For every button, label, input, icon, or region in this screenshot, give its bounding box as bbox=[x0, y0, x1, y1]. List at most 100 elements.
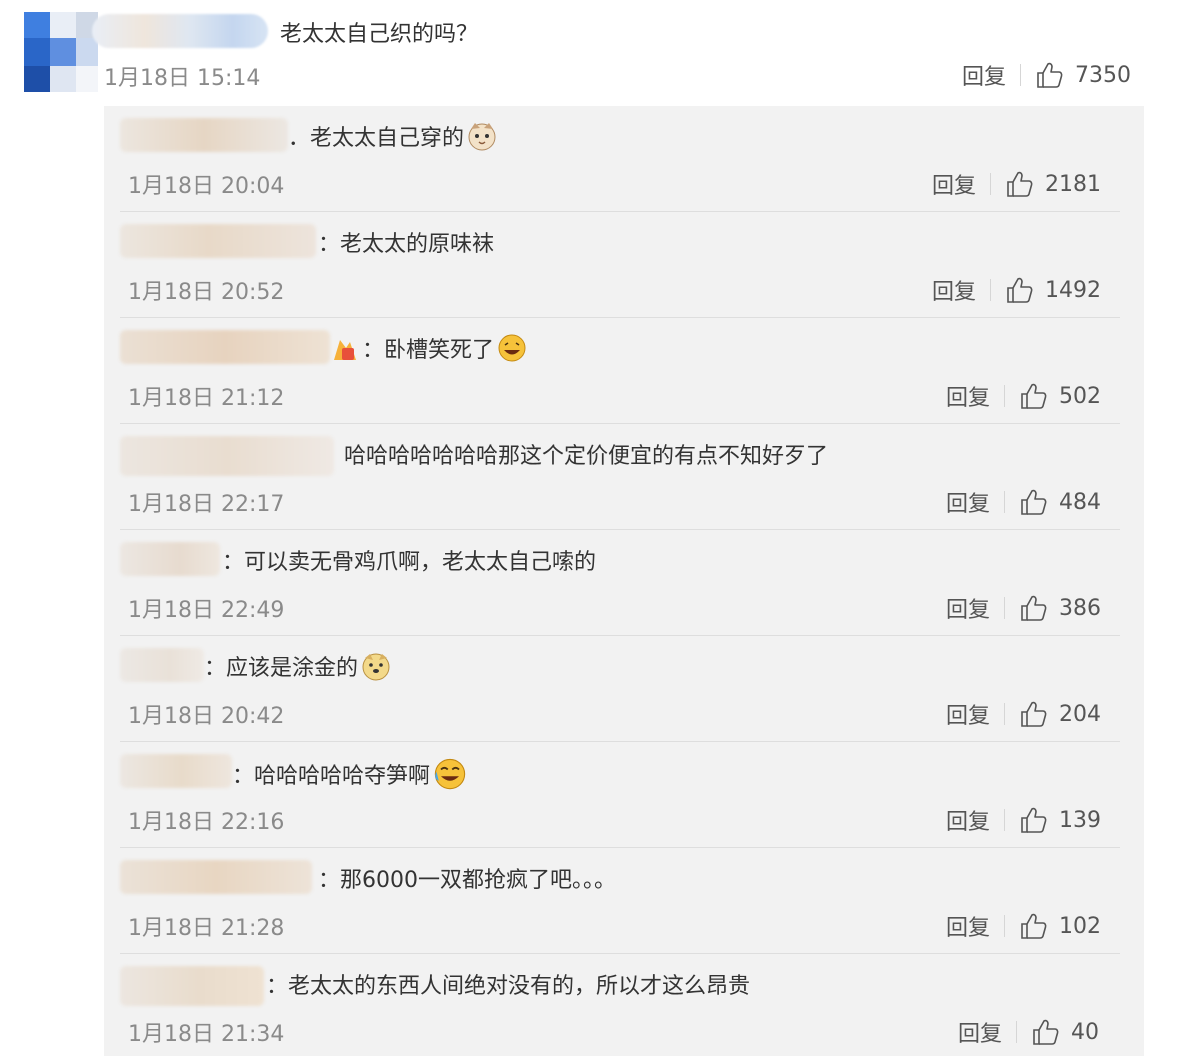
reply-item: ：可以卖无骨鸡爪啊，老太太自己嗦的 1月18日 22:49 回复 386 bbox=[104, 530, 1144, 636]
tears-of-joy-icon bbox=[434, 758, 466, 790]
reply-button[interactable]: 回复 bbox=[946, 910, 990, 942]
reply-text-wrap: ：应该是涂金的 bbox=[204, 650, 392, 682]
thumbs-up-icon[interactable] bbox=[1019, 805, 1049, 835]
reply-text: ：卧槽笑死了 bbox=[362, 338, 495, 363]
reply-text-wrap: ：哈哈哈哈哈夺笋啊 bbox=[232, 756, 468, 792]
username-blurred[interactable] bbox=[120, 436, 334, 476]
username-blurred[interactable] bbox=[120, 542, 220, 576]
like-count: 386 bbox=[1059, 595, 1102, 621]
reply-button[interactable]: 回复 bbox=[946, 804, 990, 836]
reply-text: ：那6000一双都抢疯了吧。。。 bbox=[318, 868, 616, 893]
thumbs-up-icon[interactable] bbox=[1019, 593, 1049, 623]
reply-item: ：哈哈哈哈哈夺笋啊 1月18日 22:16 回复 139 bbox=[104, 742, 1144, 848]
avatar[interactable] bbox=[24, 12, 98, 92]
reply-actions: 回复 386 bbox=[946, 592, 1101, 624]
reply-time: 1月18日 20:42 bbox=[128, 704, 285, 729]
reply-text: ：哈哈哈哈哈夺笋啊 bbox=[232, 764, 431, 789]
reply-text-wrap: ．老太太自己穿的 bbox=[288, 120, 498, 152]
action-separator bbox=[990, 173, 992, 195]
reply-item: ：那6000一双都抢疯了吧。。。 1月18日 21:28 回复 102 bbox=[104, 848, 1144, 954]
thumbs-up-icon[interactable] bbox=[1019, 699, 1049, 729]
thumbs-up-icon[interactable] bbox=[1019, 487, 1049, 517]
reply-text: ：应该是涂金的 bbox=[204, 656, 359, 681]
reply-time: 1月18日 22:49 bbox=[128, 598, 285, 623]
reply-item: ．老太太自己穿的 1月18日 20:04 回复 2181 bbox=[104, 106, 1144, 212]
reply-button[interactable]: 回复 bbox=[958, 1016, 1002, 1048]
reply-time: 1月18日 21:28 bbox=[128, 916, 285, 941]
reply-button[interactable]: 回复 bbox=[946, 698, 990, 730]
reply-time: 1月18日 20:04 bbox=[128, 174, 285, 199]
action-separator bbox=[1004, 809, 1006, 831]
reply-text: ：可以卖无骨鸡爪啊，老太太自己嗦的 bbox=[222, 550, 597, 575]
cat-face-icon bbox=[468, 123, 496, 151]
reply-actions: 回复 1492 bbox=[932, 274, 1101, 306]
username-blurred[interactable] bbox=[120, 966, 264, 1006]
reply-text-wrap: ：卧槽笑死了 bbox=[362, 332, 528, 364]
like-count: 139 bbox=[1059, 807, 1102, 833]
action-separator bbox=[1004, 703, 1006, 725]
reply-actions: 回复 502 bbox=[946, 380, 1101, 412]
comment-actions: 回复 7350 bbox=[962, 59, 1131, 91]
reply-button[interactable]: 回复 bbox=[932, 274, 976, 306]
username-blurred[interactable] bbox=[120, 330, 330, 364]
like-count: 204 bbox=[1059, 701, 1102, 727]
reply-button[interactable]: 回复 bbox=[962, 59, 1006, 91]
action-separator bbox=[1004, 491, 1006, 513]
username-blurred[interactable] bbox=[120, 118, 288, 152]
reply-actions: 回复 139 bbox=[946, 804, 1101, 836]
username-blurred[interactable] bbox=[92, 14, 268, 48]
reply-actions: 回复 484 bbox=[946, 486, 1101, 518]
comment-time: 1月18日 15:14 bbox=[104, 66, 261, 91]
like-count: 502 bbox=[1059, 383, 1102, 409]
thumbs-up-icon[interactable] bbox=[1019, 381, 1049, 411]
reply-actions: 回复 2181 bbox=[932, 168, 1101, 200]
username-blurred[interactable] bbox=[120, 648, 204, 682]
thumbs-up-icon[interactable] bbox=[1005, 275, 1035, 305]
reply-text: ：老太太的原味袜 bbox=[318, 232, 495, 257]
reply-text-wrap: ：那6000一双都抢疯了吧。。。 bbox=[318, 862, 616, 894]
reply-text-wrap: ：老太太的原味袜 bbox=[318, 226, 494, 258]
thumbs-up-icon[interactable] bbox=[1019, 911, 1049, 941]
reply-text-wrap: ：老太太的东西人间绝对没有的，所以才这么昂贵 bbox=[266, 968, 750, 1000]
reply-button[interactable]: 回复 bbox=[946, 486, 990, 518]
reply-time: 1月18日 22:16 bbox=[128, 810, 285, 835]
reply-time: 1月18日 20:52 bbox=[128, 280, 285, 305]
laugh-icon bbox=[498, 334, 526, 362]
reply-time: 1月18日 22:17 bbox=[128, 492, 285, 517]
thumbs-up-icon[interactable] bbox=[1031, 1017, 1061, 1047]
vip-badge-icon bbox=[334, 340, 356, 360]
thumbs-up-icon[interactable] bbox=[1005, 169, 1035, 199]
thumbs-up-icon[interactable] bbox=[1035, 60, 1065, 90]
action-separator bbox=[1020, 64, 1022, 86]
reply-item: ：应该是涂金的 1月18日 20:42 回复 204 bbox=[104, 636, 1144, 742]
reply-time: 1月18日 21:12 bbox=[128, 386, 285, 411]
action-separator bbox=[1004, 597, 1006, 619]
reply-time: 1月18日 21:34 bbox=[128, 1022, 285, 1047]
reply-button[interactable]: 回复 bbox=[946, 380, 990, 412]
reply-actions: 回复 102 bbox=[946, 910, 1101, 942]
username-blurred[interactable] bbox=[120, 224, 316, 258]
reply-text: 哈哈哈哈哈哈哈那这个定价便宜的有点不知好歹了 bbox=[344, 444, 829, 469]
reply-button[interactable]: 回复 bbox=[946, 592, 990, 624]
action-separator bbox=[1004, 385, 1006, 407]
action-separator bbox=[990, 279, 992, 301]
replies-panel: ．老太太自己穿的 1月18日 20:04 回复 2181 ：老太太的原味袜 1月 bbox=[104, 106, 1144, 1056]
reply-text: ：老太太的东西人间绝对没有的，所以才这么昂贵 bbox=[266, 974, 751, 999]
like-count: 1492 bbox=[1045, 277, 1102, 303]
username-blurred[interactable] bbox=[120, 754, 232, 788]
action-separator bbox=[1016, 1021, 1018, 1043]
reply-button[interactable]: 回复 bbox=[932, 168, 976, 200]
reply-actions: 回复 40 bbox=[958, 1016, 1099, 1048]
doge-icon bbox=[362, 653, 390, 681]
like-count: 484 bbox=[1059, 489, 1102, 515]
comment-text: 老太太自己织的吗？ bbox=[280, 22, 479, 47]
like-count: 7350 bbox=[1075, 62, 1132, 88]
reply-item: 哈哈哈哈哈哈哈那这个定价便宜的有点不知好歹了 1月18日 22:17 回复 48… bbox=[104, 424, 1144, 530]
reply-actions: 回复 204 bbox=[946, 698, 1101, 730]
reply-text: ．老太太自己穿的 bbox=[288, 126, 465, 151]
reply-item: ：卧槽笑死了 1月18日 21:12 回复 502 bbox=[104, 318, 1144, 424]
like-count: 40 bbox=[1071, 1019, 1100, 1045]
reply-item: ：老太太的原味袜 1月18日 20:52 回复 1492 bbox=[104, 212, 1144, 318]
reply-text-wrap: ：可以卖无骨鸡爪啊，老太太自己嗦的 bbox=[222, 544, 596, 576]
username-blurred[interactable] bbox=[120, 860, 312, 894]
